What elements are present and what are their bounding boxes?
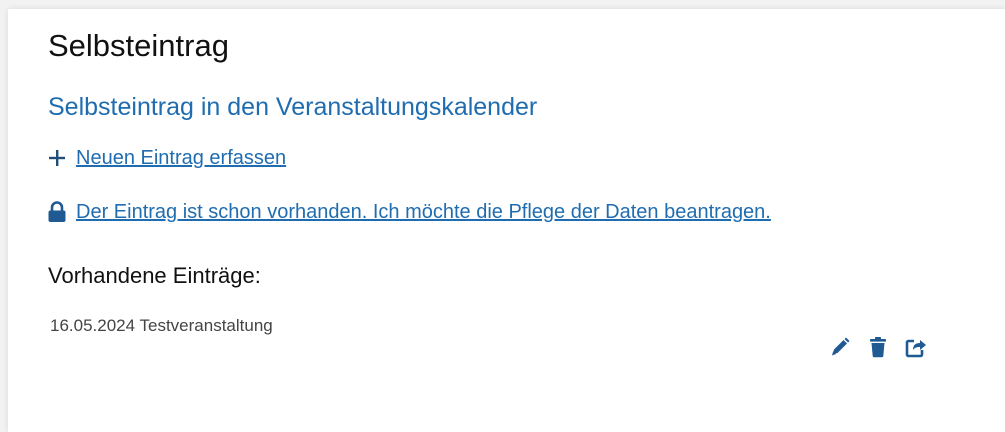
- list-item: 16.05.2024 Testveranstaltung: [50, 314, 950, 374]
- share-icon[interactable]: [904, 335, 928, 359]
- claim-entry-link[interactable]: Der Eintrag ist schon vorhanden. Ich möc…: [76, 199, 771, 225]
- page-title: Selbsteintrag: [48, 28, 229, 63]
- new-entry-action[interactable]: Neuen Eintrag erfassen: [46, 145, 286, 171]
- lock-icon: [46, 200, 68, 224]
- pencil-icon[interactable]: [828, 335, 852, 359]
- section-title: Selbsteintrag in den Veranstaltungskalen…: [48, 93, 538, 121]
- claim-entry-action[interactable]: Der Eintrag ist schon vorhanden. Ich möc…: [46, 199, 771, 225]
- self-entry-card: Selbsteintrag Selbsteintrag in den Veran…: [8, 9, 1005, 432]
- entry-label: 16.05.2024 Testveranstaltung: [50, 316, 273, 335]
- plus-icon: [46, 147, 68, 169]
- existing-entries-heading: Vorhandene Einträge:: [48, 263, 261, 288]
- entry-actions: [828, 335, 928, 359]
- new-entry-link[interactable]: Neuen Eintrag erfassen: [76, 145, 286, 171]
- trash-icon[interactable]: [866, 335, 890, 359]
